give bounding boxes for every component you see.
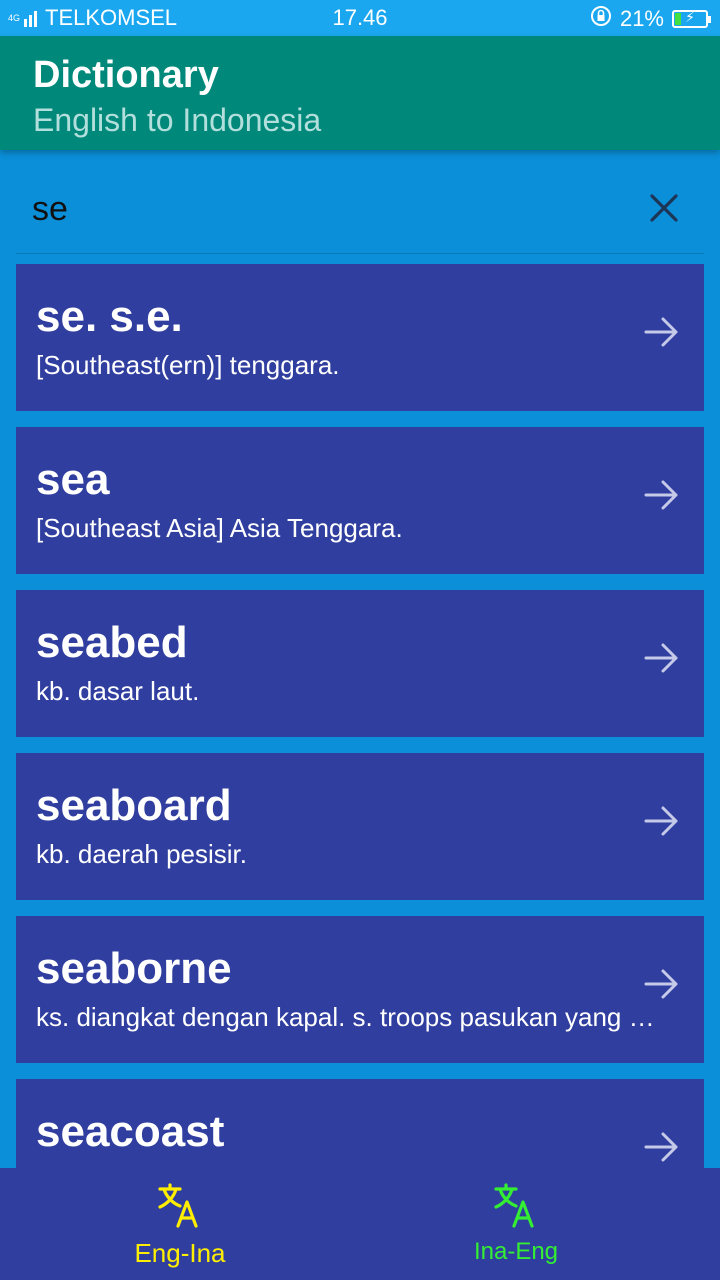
result-word: seaborne [36,944,232,993]
page-subtitle: English to Indonesia [33,102,322,138]
battery-icon: ⚡ [672,9,711,28]
result-definition: [Southeast Asia] Asia Tenggara. [36,513,403,543]
clear-search-button[interactable] [644,188,684,228]
arrow-right-icon [642,475,682,515]
result-definition: kb. daerah pesisir. [36,839,248,869]
translate-icon [0,1182,360,1230]
arrow-right-icon [642,801,682,841]
search-bar [16,160,704,254]
result-definition: [Southeast(ern)] tenggara. [36,350,340,380]
nav-eng-ina-label: Eng-Ina [134,1238,226,1268]
arrow-right-icon [642,964,682,1004]
app-bar: Dictionary English to Indonesia [0,36,720,150]
result-card[interactable]: seaboard kb. daerah pesisir. [16,753,704,900]
result-card[interactable]: se. s.e. [Southeast(ern)] tenggara. [16,264,704,411]
close-icon [650,194,678,222]
rotation-lock-icon [590,5,612,33]
result-word: seaboard [36,781,232,830]
nav-eng-ina[interactable]: Eng-Ina [0,1168,360,1280]
result-card[interactable]: seaborne ks. diangkat dengan kapal. s. tr… [16,916,704,1063]
nav-ina-eng[interactable]: Ina-Eng [336,1168,696,1280]
page-title: Dictionary [33,54,219,96]
arrow-right-icon [642,638,682,678]
charging-icon: ⚡ [685,9,695,25]
nav-ina-eng-label: Ina-Eng [473,1238,559,1265]
translate-icon [336,1182,696,1230]
search-input[interactable] [32,184,592,234]
arrow-right-icon [642,312,682,352]
result-word: seabed [36,618,188,667]
bottom-nav: Eng-Ina Ina-Eng [0,1168,720,1280]
result-word: sea [36,455,110,504]
result-card[interactable]: sea [Southeast Asia] Asia Tenggara. [16,427,704,574]
result-definition: ks. diangkat dengan kapal. s. troops pas… [36,1002,656,1032]
result-word: seacoast [36,1107,225,1156]
status-bar: 4G TELKOMSEL 17.46 21% ⚡ [0,0,720,36]
status-right: 21% ⚡ [590,5,711,33]
result-word: se. s.e. [36,292,183,341]
result-definition: kb. dasar laut. [36,676,200,706]
battery-percent: 21% [619,6,664,31]
results-list: se. s.e. [Southeast(ern)] tenggara. sea [So… [16,264,704,1242]
arrow-right-icon [642,1127,682,1167]
result-card[interactable]: seabed kb. dasar laut. [16,590,704,737]
